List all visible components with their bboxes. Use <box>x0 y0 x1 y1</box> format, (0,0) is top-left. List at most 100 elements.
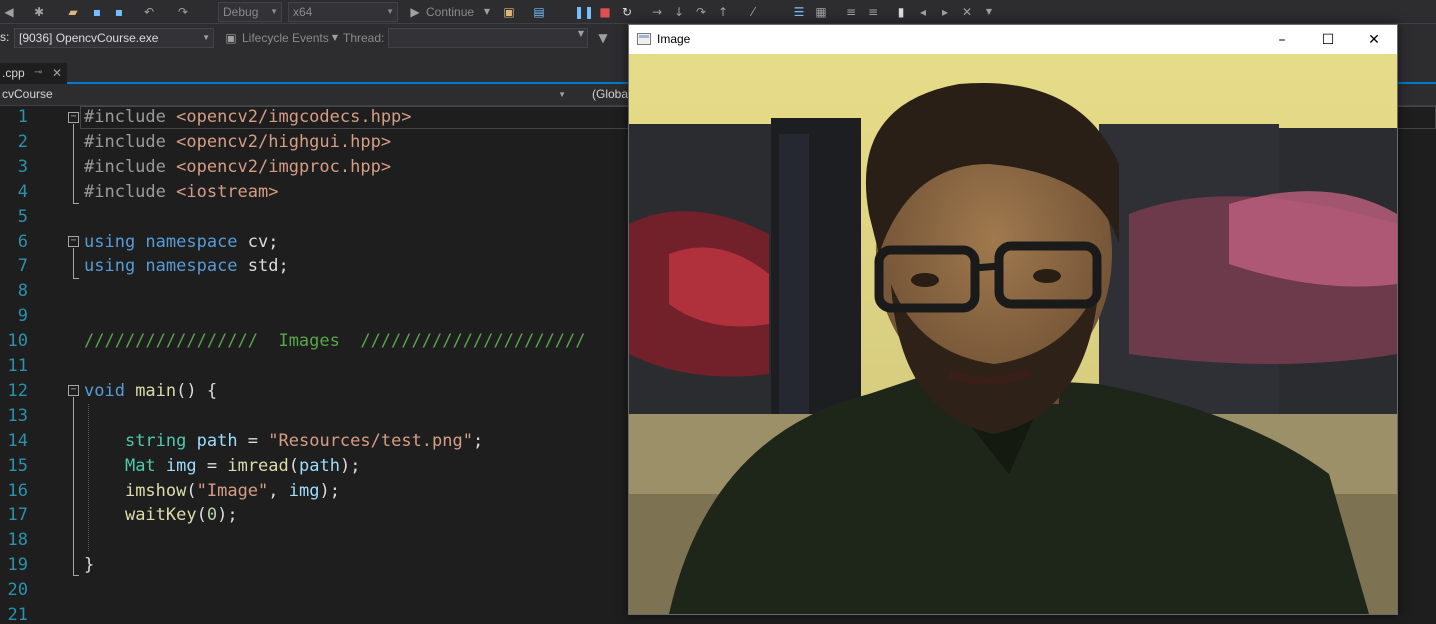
code-token: } <box>84 555 95 576</box>
stop-icon[interactable]: ■ <box>596 3 614 21</box>
code-token: #include <box>84 131 177 152</box>
code-token: waitKey <box>124 505 197 526</box>
image-window-titlebar[interactable]: Image – ☐ ✕ <box>629 25 1397 54</box>
next-bookmark-icon[interactable]: ▸ <box>936 3 954 21</box>
line-number: 12 <box>7 380 28 401</box>
main-toolbar: ◀ ✱ ▰ ▪ ▪ ↶ ↷ Debug ▼ x64 ▼ ▶ Continue ▼… <box>0 0 1436 24</box>
chevron-down-icon: ▼ <box>202 33 210 42</box>
restart-icon[interactable]: ↻ <box>618 3 636 21</box>
project-select[interactable]: cvCourse ▼ <box>0 85 570 104</box>
maximize-button[interactable]: ☐ <box>1305 25 1351 54</box>
code-token: ); <box>319 480 340 501</box>
platform-select[interactable]: x64 ▼ <box>288 2 398 22</box>
code-token: img <box>165 455 197 476</box>
save-icon[interactable]: ▪ <box>88 3 106 21</box>
window-app-icon <box>637 33 651 45</box>
code-token: Mat <box>124 455 166 476</box>
image-window[interactable]: Image – ☐ ✕ <box>628 24 1398 615</box>
code-text: } <box>84 553 94 578</box>
code-token: main <box>135 380 177 401</box>
chevron-down-icon[interactable]: ▼ <box>980 3 998 21</box>
continue-button[interactable]: Continue <box>426 3 474 21</box>
code-token: "Image" <box>196 480 269 501</box>
step-out-icon[interactable]: ↑ <box>714 3 732 21</box>
code-text: string path = "Resources/test.png"; <box>84 429 483 454</box>
comment-icon[interactable]: ≡ <box>842 3 860 21</box>
project-value: cvCourse <box>2 87 53 101</box>
chevron-down-icon: ▼ <box>558 90 566 99</box>
step-into-icon[interactable]: ↓ <box>670 3 688 21</box>
scope-select[interactable]: (Globa <box>590 85 630 104</box>
code-token: using <box>84 256 146 277</box>
thread-label: Thread: <box>343 31 385 45</box>
hex-icon[interactable]: ⁄ <box>744 3 762 21</box>
pause-icon[interactable]: ❚❚ <box>574 3 594 21</box>
diagnostics-icon[interactable]: ▤ <box>530 3 548 21</box>
clear-bookmarks-icon[interactable]: ✕ <box>958 3 976 21</box>
code-token: imshow <box>124 480 187 501</box>
line-number: 15 <box>7 455 28 476</box>
close-icon[interactable]: ✕ <box>52 63 62 83</box>
undo-icon[interactable]: ↶ <box>140 3 158 21</box>
line-number: 17 <box>7 505 28 526</box>
tab-main-cpp[interactable]: .cpp ⊸ ✕ <box>0 63 67 84</box>
uncomment-icon[interactable]: ≡ <box>864 3 882 21</box>
code-token: , <box>268 480 289 501</box>
new-project-icon[interactable]: ✱ <box>30 3 48 21</box>
code-token: <iostream> <box>176 181 279 202</box>
code-text: #include <iostream> <box>84 180 278 205</box>
chevron-down-icon[interactable]: ▼ <box>326 29 344 47</box>
code-text: #include <opencv2/imgcodecs.hpp> <box>84 105 412 130</box>
line-number: 4 <box>17 181 28 202</box>
code-text: void main() { <box>84 379 217 404</box>
code-token: ; <box>472 430 484 451</box>
line-number: 3 <box>17 156 28 177</box>
line-number: 6 <box>17 231 28 252</box>
play-icon: ▶ <box>410 5 420 19</box>
back-icon[interactable]: ◀ <box>0 3 18 21</box>
code-text: #include <opencv2/highgui.hpp> <box>84 130 391 155</box>
code-token: namespace <box>145 231 248 252</box>
minimize-button[interactable]: – <box>1259 25 1305 54</box>
filter-icon[interactable]: ▼ <box>594 29 612 47</box>
code-token: path <box>299 455 340 476</box>
code-token: 0 <box>206 505 218 526</box>
open-file-icon[interactable]: ▰ <box>64 3 82 21</box>
code-text: using namespace std; <box>84 254 289 279</box>
show-next-statement-icon[interactable]: → <box>648 3 666 21</box>
pin-icon[interactable]: ⊸ <box>34 63 42 83</box>
line-number: 14 <box>7 430 28 451</box>
thread-icon[interactable]: ☰ <box>790 3 808 21</box>
stack-icon[interactable]: ▦ <box>812 3 830 21</box>
code-token: using <box>84 231 146 252</box>
line-number: 13 <box>7 405 28 426</box>
line-number: 9 <box>17 306 28 327</box>
line-number: 21 <box>7 605 28 624</box>
line-number: 1 <box>17 107 28 127</box>
chevron-down-icon: ▼ <box>270 7 278 16</box>
step-over-icon[interactable]: ↷ <box>692 3 710 21</box>
code-token: void <box>84 380 136 401</box>
code-text: ///////////////// Images ///////////////… <box>84 329 586 354</box>
bookmark-icon[interactable]: ▮ <box>892 3 910 21</box>
code-token: = <box>237 430 269 451</box>
code-token: img <box>288 480 320 501</box>
code-token: <opencv2/highgui.hpp> <box>176 131 392 152</box>
lifecycle-events-button[interactable]: Lifecycle Events <box>242 29 329 47</box>
solution-config-select[interactable]: Debug ▼ <box>218 2 282 22</box>
code-token: namespace <box>145 256 248 277</box>
code-token: ( <box>288 455 300 476</box>
code-text: #include <opencv2/imgproc.hpp> <box>84 155 391 180</box>
close-button[interactable]: ✕ <box>1351 25 1397 54</box>
attach-icon[interactable]: ▣ <box>500 3 518 21</box>
prev-bookmark-icon[interactable]: ◂ <box>914 3 932 21</box>
chevron-down-icon[interactable]: ▼ <box>478 3 496 21</box>
thread-select[interactable]: ▼ <box>388 28 588 48</box>
redo-icon[interactable]: ↷ <box>174 3 192 21</box>
code-text: imshow("Image", img); <box>84 479 340 504</box>
save-all-icon[interactable]: ▪ <box>110 3 128 21</box>
image-window-title: Image <box>657 32 691 46</box>
process-select[interactable]: [9036] OpencvCourse.exe ▼ <box>14 28 214 48</box>
